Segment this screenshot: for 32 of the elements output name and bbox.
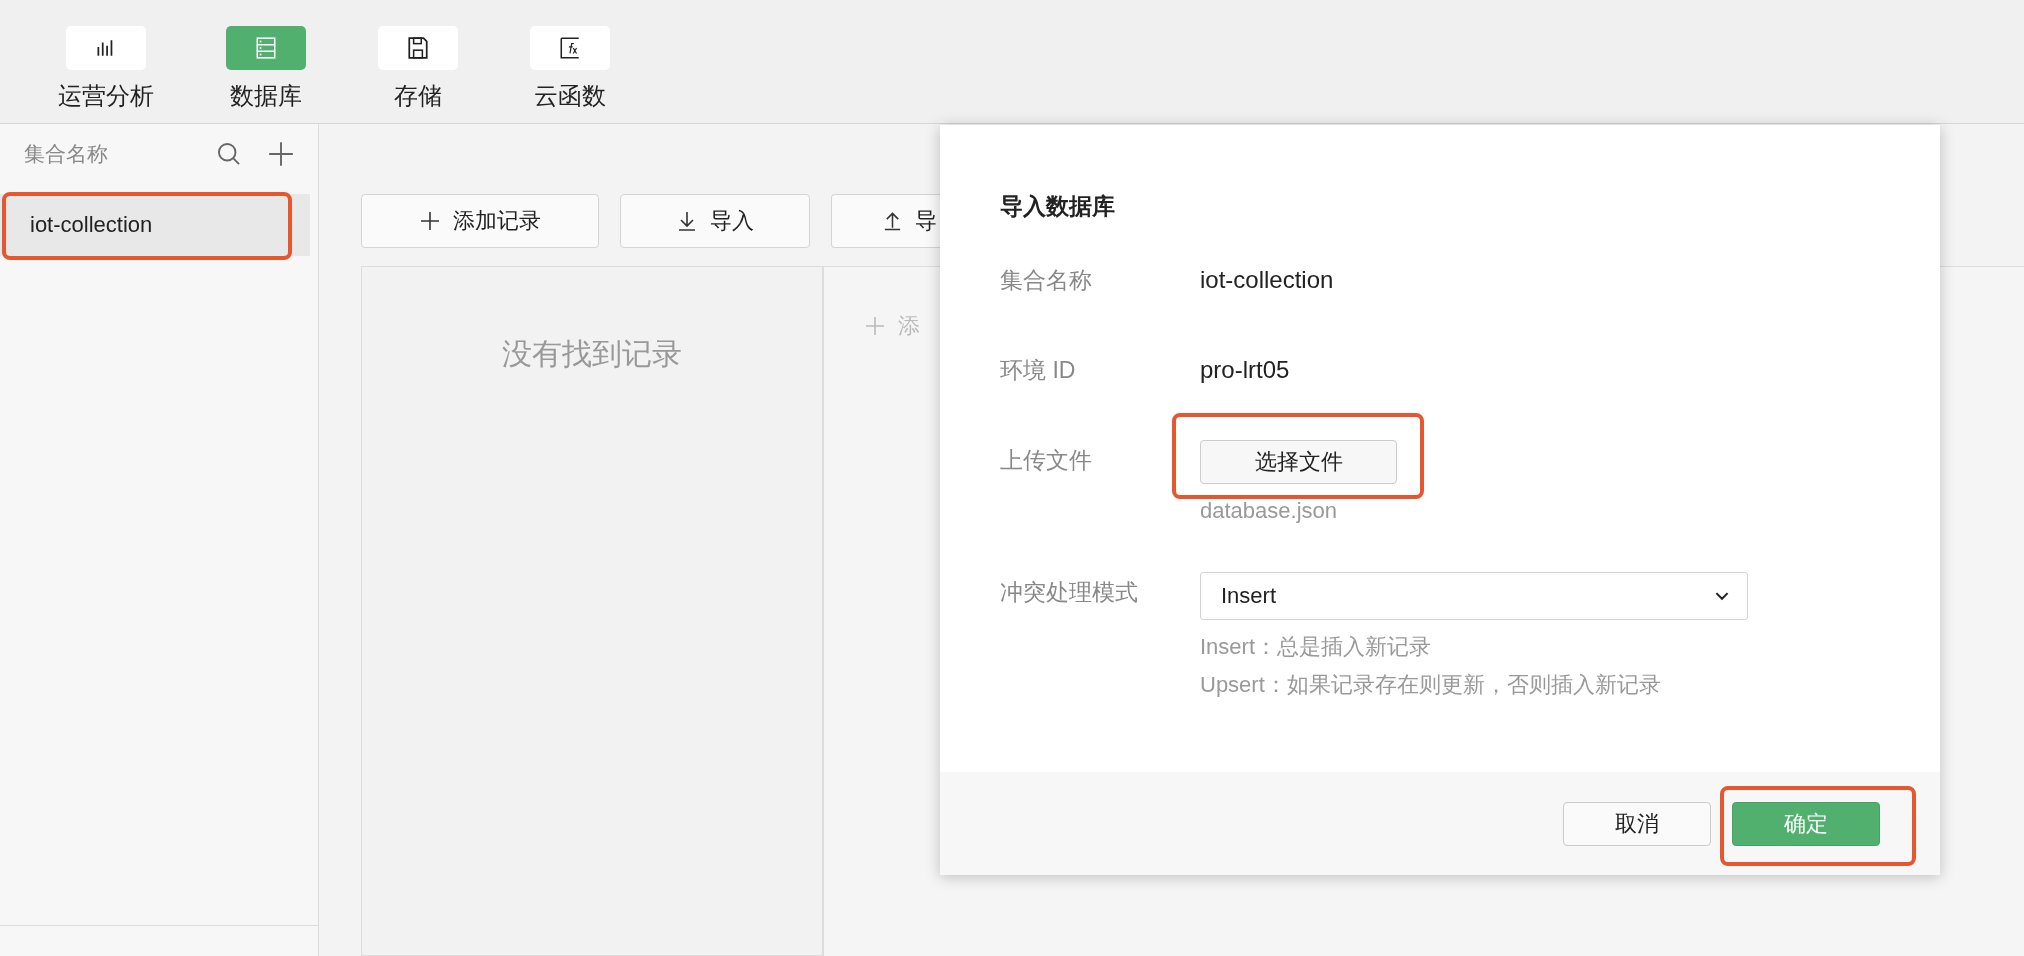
cancel-button[interactable]: 取消 xyxy=(1563,801,1711,846)
toolbar-button[interactable]: 导入 xyxy=(620,194,810,248)
field-label: 冲突处理模式 xyxy=(1000,578,1139,607)
upload-icon xyxy=(882,210,903,232)
database-icon xyxy=(254,36,278,60)
function-icon xyxy=(558,36,582,60)
hint-text: Insert：总是插入新记录 xyxy=(1200,633,1432,661)
sidebar-header: 集合名称 xyxy=(24,141,108,167)
collection-item[interactable]: iot-collection xyxy=(0,194,310,256)
hint-text: Upsert：如果记录存在则更新，否则插入新记录 xyxy=(1200,671,1661,699)
field-label: 集合名称 xyxy=(1000,266,1093,295)
plus-icon xyxy=(419,210,441,232)
plus-icon[interactable] xyxy=(268,141,294,167)
field-value: pro-lrt05 xyxy=(1200,355,1290,385)
toolbar-button[interactable]: 导 xyxy=(831,194,943,248)
toolbar-tab[interactable]: 存储 xyxy=(378,0,458,123)
choose-file-button[interactable]: 选择文件 xyxy=(1200,440,1397,484)
field-label: 上传文件 xyxy=(1000,446,1093,475)
plus-icon xyxy=(864,315,886,337)
field-label: 环境 ID xyxy=(1000,356,1077,385)
dialog-title: 导入数据库 xyxy=(1000,192,1116,221)
toolbar-button[interactable]: 添加记录 xyxy=(361,194,599,248)
field-value: iot-collection xyxy=(1200,265,1334,295)
toolbar-tab[interactable]: 云函数 xyxy=(530,0,610,123)
empty-message: 没有找到记录 xyxy=(501,336,683,372)
download-icon xyxy=(676,210,698,232)
toolbar-tab[interactable]: 数据库 xyxy=(226,0,306,123)
toolbar-tab[interactable]: 运营分析 xyxy=(58,0,154,123)
file-name: database.json xyxy=(1200,498,1337,524)
chevron-down-icon xyxy=(1715,591,1729,601)
search-icon[interactable] xyxy=(216,141,242,167)
conflict-mode-select[interactable]: Insert xyxy=(1200,572,1748,620)
